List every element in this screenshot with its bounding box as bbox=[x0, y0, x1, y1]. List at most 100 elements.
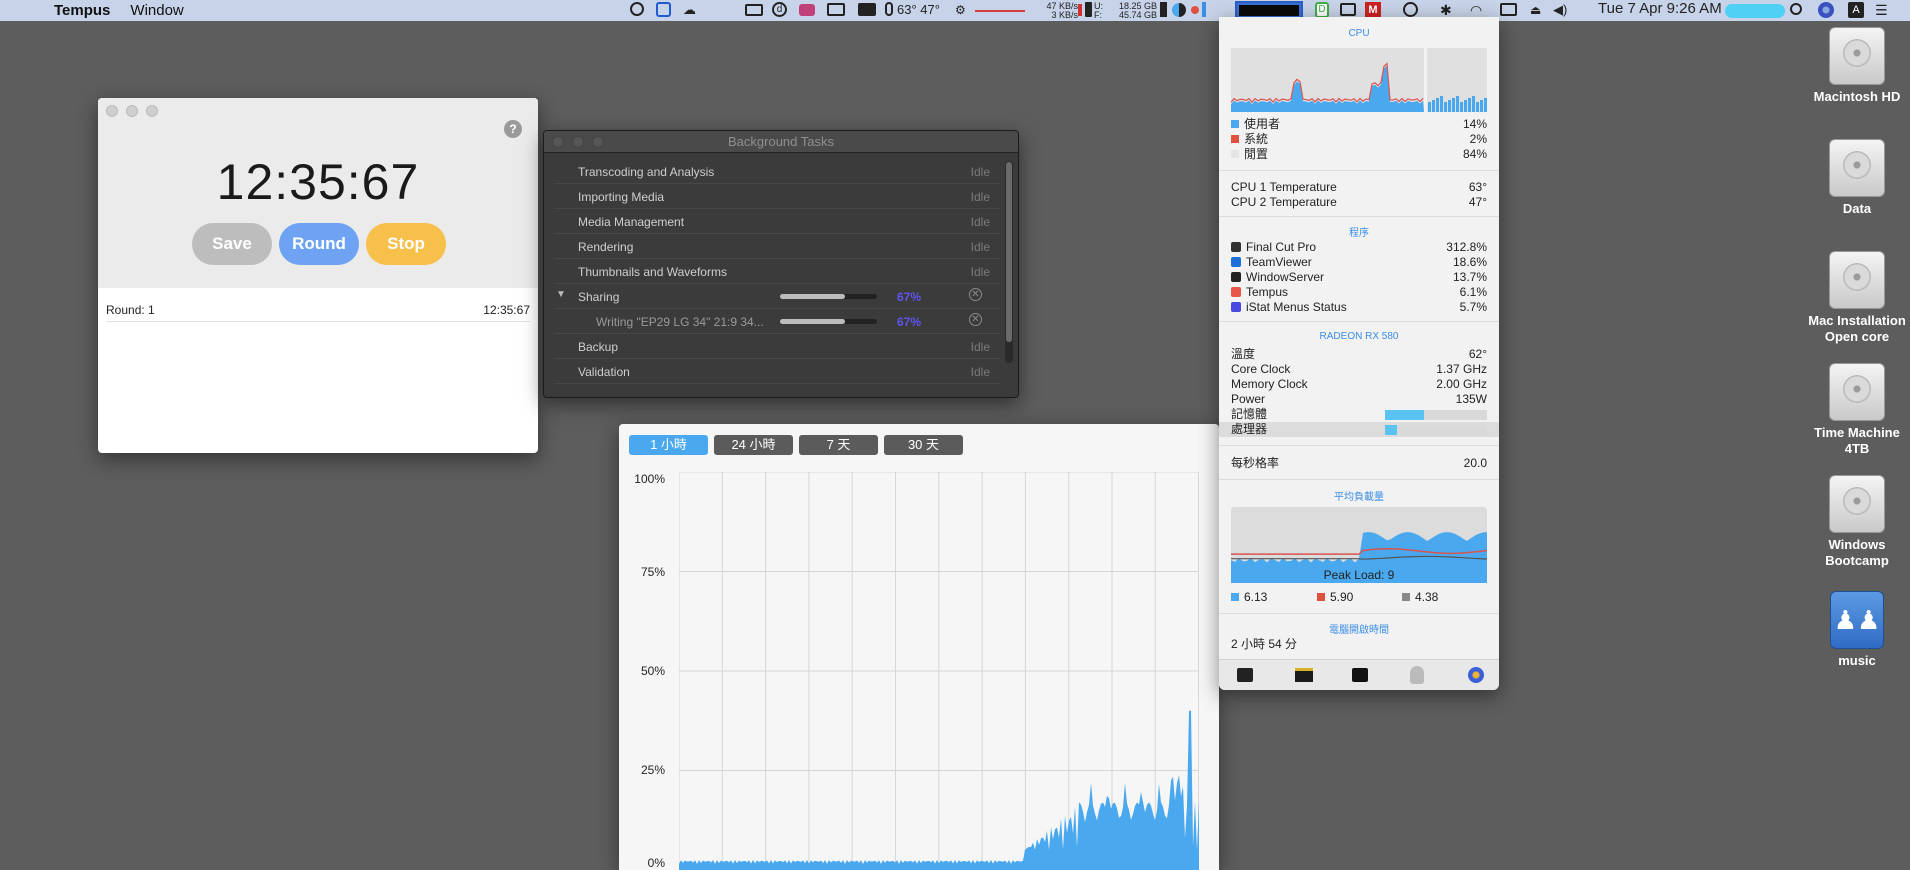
minimize-button[interactable] bbox=[126, 105, 138, 117]
close-button[interactable] bbox=[552, 136, 564, 148]
range-1-hour-button[interactable]: 1 小時 bbox=[629, 435, 708, 455]
process-row[interactable]: iStat Menus Status 5.7% bbox=[1231, 300, 1487, 315]
task-row[interactable]: Media Management Idle bbox=[554, 209, 1000, 234]
cpu-core-bar bbox=[1468, 98, 1471, 112]
disk-usage[interactable]: 18.25 GB 45.74 GB bbox=[1105, 2, 1157, 20]
hard-disk-icon bbox=[1829, 139, 1885, 197]
y-axis-label: 50% bbox=[640, 664, 665, 678]
gpu-icon[interactable] bbox=[1295, 668, 1313, 682]
minimize-button[interactable] bbox=[572, 136, 584, 148]
task-row[interactable]: Thumbnails and Waveforms Idle bbox=[554, 259, 1000, 284]
activity-monitor-icon[interactable] bbox=[1237, 668, 1253, 682]
progress-fill bbox=[780, 294, 845, 299]
mail-icon[interactable]: M bbox=[1365, 2, 1381, 18]
volume-icon[interactable]: ◀) bbox=[1553, 2, 1567, 18]
cpu-user-value: 14% bbox=[1462, 117, 1487, 131]
process-row[interactable]: TeamViewer 18.6% bbox=[1231, 255, 1487, 270]
bluetooth-icon[interactable]: ✱ bbox=[1440, 2, 1452, 18]
task-status: Idle bbox=[970, 215, 990, 229]
list-icon[interactable]: ☰ bbox=[1875, 2, 1888, 18]
task-row[interactable]: Importing Media Idle bbox=[554, 184, 1000, 209]
text-input-icon[interactable]: A bbox=[1848, 2, 1864, 18]
disclosure-triangle-icon[interactable]: ▼ bbox=[556, 289, 566, 300]
redacted-user-name[interactable] bbox=[1725, 4, 1785, 18]
siri-icon[interactable] bbox=[1818, 2, 1834, 18]
task-row-child[interactable]: Writing "EP29 LG 34" 21:9 34... 67% ✕ bbox=[554, 309, 1000, 334]
desktop-icon-windows-bootcamp[interactable]: Windows Bootcamp bbox=[1797, 475, 1910, 569]
cpu-core-bar bbox=[1460, 102, 1463, 112]
round-button[interactable]: Round bbox=[279, 223, 359, 265]
istat-status-dot[interactable] bbox=[1191, 6, 1199, 14]
cloud-icon[interactable]: ☁ bbox=[683, 2, 696, 18]
load-header: 平均負載量 bbox=[1334, 492, 1384, 503]
range-30-days-button[interactable]: 30 天 bbox=[884, 435, 963, 455]
save-button[interactable]: Save bbox=[192, 223, 272, 265]
dashlane-icon[interactable]: d bbox=[772, 2, 787, 17]
istat-memory-icon[interactable] bbox=[1202, 2, 1206, 17]
task-row[interactable]: Transcoding and Analysis Idle bbox=[554, 159, 1000, 184]
window-icon[interactable] bbox=[1340, 3, 1356, 16]
temps-text[interactable]: 63° 47° bbox=[897, 2, 940, 18]
network-graph-icon[interactable] bbox=[975, 10, 1025, 12]
temperature-icon[interactable] bbox=[885, 2, 893, 16]
task-row-sharing[interactable]: ▼ Sharing 67% ✕ bbox=[554, 284, 1000, 309]
teamviewer-icon[interactable] bbox=[656, 2, 671, 17]
range-7-days-button[interactable]: 7 天 bbox=[799, 435, 878, 455]
menu-window[interactable]: Window bbox=[130, 2, 183, 19]
task-row[interactable]: Validation Idle bbox=[554, 359, 1000, 384]
desktop-icon-music[interactable]: ♟♟ music bbox=[1797, 591, 1910, 669]
round-row[interactable]: Round: 1 12:35:67 bbox=[106, 298, 530, 322]
disk-icon[interactable] bbox=[1085, 2, 1092, 17]
cancel-task-icon[interactable]: ✕ bbox=[969, 288, 982, 301]
task-row[interactable]: Rendering Idle bbox=[554, 234, 1000, 259]
task-status: Idle bbox=[970, 190, 990, 204]
tempus-icon[interactable] bbox=[799, 4, 815, 16]
wifi-icon[interactable]: ◠ bbox=[1470, 2, 1482, 18]
load-averages: 6.13 5.90 4.38 bbox=[1231, 590, 1487, 605]
gpu-memory-row: 記憶體 bbox=[1231, 407, 1487, 422]
clock[interactable]: Tue 7 Apr 9:26 AM bbox=[1598, 1, 1722, 17]
istat-footer bbox=[1219, 659, 1499, 690]
desktop-icon-macintosh-hd[interactable]: Macintosh HD bbox=[1797, 27, 1910, 105]
task-name: Importing Media bbox=[578, 190, 665, 204]
gpu-processor-row[interactable]: 處理器 bbox=[1219, 422, 1499, 437]
battery-icon[interactable] bbox=[1160, 2, 1167, 17]
load-15m-swatch bbox=[1402, 593, 1410, 601]
divider bbox=[1219, 445, 1499, 446]
task-row[interactable]: Backup Idle bbox=[554, 334, 1000, 359]
eject-icon[interactable]: ⏏ bbox=[1530, 2, 1541, 18]
terminal-icon[interactable] bbox=[1352, 668, 1368, 682]
istat-icon[interactable] bbox=[1468, 667, 1484, 683]
notification-icon[interactable] bbox=[630, 2, 644, 16]
search-icon[interactable] bbox=[1790, 3, 1802, 15]
cpu-pie-icon[interactable] bbox=[1172, 3, 1186, 17]
disk-utility-icon[interactable] bbox=[1410, 666, 1424, 684]
zoom-button[interactable] bbox=[592, 136, 604, 148]
scrollbar-thumb[interactable] bbox=[1006, 162, 1012, 342]
screen-mirror-icon[interactable] bbox=[1500, 3, 1517, 16]
process-row[interactable]: Tempus 6.1% bbox=[1231, 285, 1487, 300]
desktop-icon-data[interactable]: Data bbox=[1797, 139, 1910, 217]
task-status: Idle bbox=[970, 165, 990, 179]
stop-button[interactable]: Stop bbox=[366, 223, 446, 265]
network-speed[interactable]: 47 KB/s 3 KB/s bbox=[1030, 2, 1078, 20]
zoom-button[interactable] bbox=[146, 105, 158, 117]
dropbox-icon[interactable]: D bbox=[1315, 2, 1329, 18]
process-row[interactable]: WindowServer 13.7% bbox=[1231, 270, 1487, 285]
menu-app-name[interactable]: Tempus bbox=[54, 2, 110, 19]
airplay-icon[interactable] bbox=[827, 3, 845, 16]
layers-icon[interactable] bbox=[745, 4, 763, 16]
desktop-icon-time-machine[interactable]: Time Machine 4TB bbox=[1797, 363, 1910, 457]
help-button[interactable]: ? bbox=[504, 120, 522, 138]
process-row[interactable]: Final Cut Pro 312.8% bbox=[1231, 240, 1487, 255]
scrollbar[interactable] bbox=[1005, 161, 1013, 363]
uptime-value: 2 小時 54 分 bbox=[1231, 637, 1298, 651]
fan-icon[interactable]: ⚙ bbox=[955, 2, 966, 18]
range-24-hours-button[interactable]: 24 小時 bbox=[714, 435, 793, 455]
cancel-task-icon[interactable]: ✕ bbox=[969, 313, 982, 326]
display-icon[interactable] bbox=[858, 3, 876, 16]
process-name: TeamViewer bbox=[1246, 255, 1312, 269]
close-button[interactable] bbox=[106, 105, 118, 117]
time-machine-icon[interactable] bbox=[1403, 2, 1418, 17]
desktop-icon-mac-installation[interactable]: Mac Installation Open core bbox=[1797, 251, 1910, 345]
